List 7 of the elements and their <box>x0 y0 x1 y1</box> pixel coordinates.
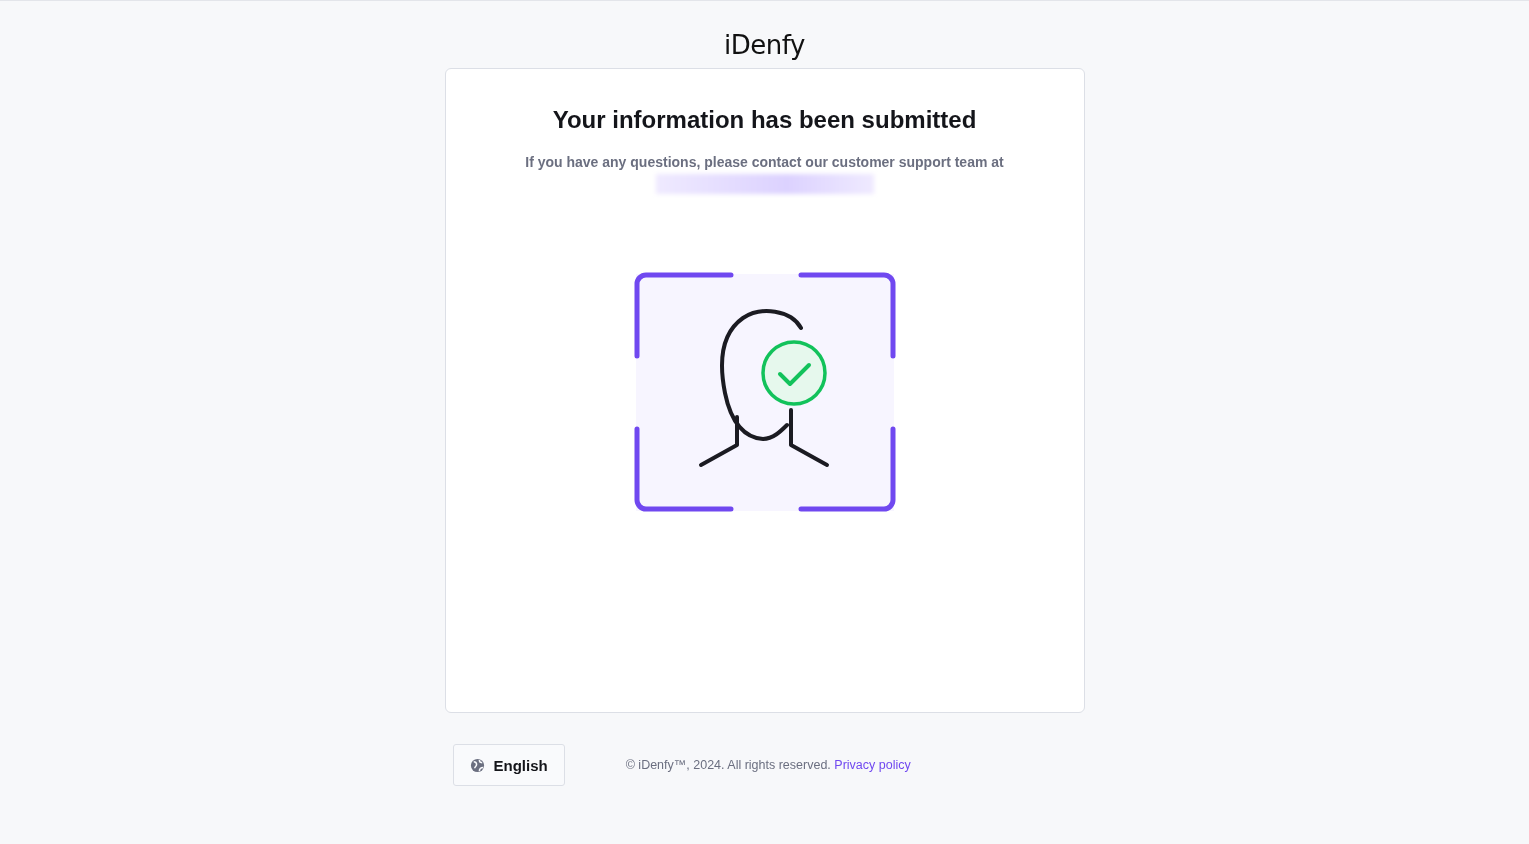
idenfy-logo: iDenfy <box>724 30 805 60</box>
language-button[interactable]: English <box>452 744 565 786</box>
success-title: Your information has been submitted <box>552 105 977 135</box>
globe-icon <box>469 757 485 773</box>
copyright-text: © iDenfy™, 2024. All rights reserved. Privacy policy <box>625 758 911 772</box>
support-message: If you have any questions, please contact our customer support team at <box>525 153 1004 171</box>
privacy-policy-link[interactable]: Privacy policy <box>834 758 911 772</box>
